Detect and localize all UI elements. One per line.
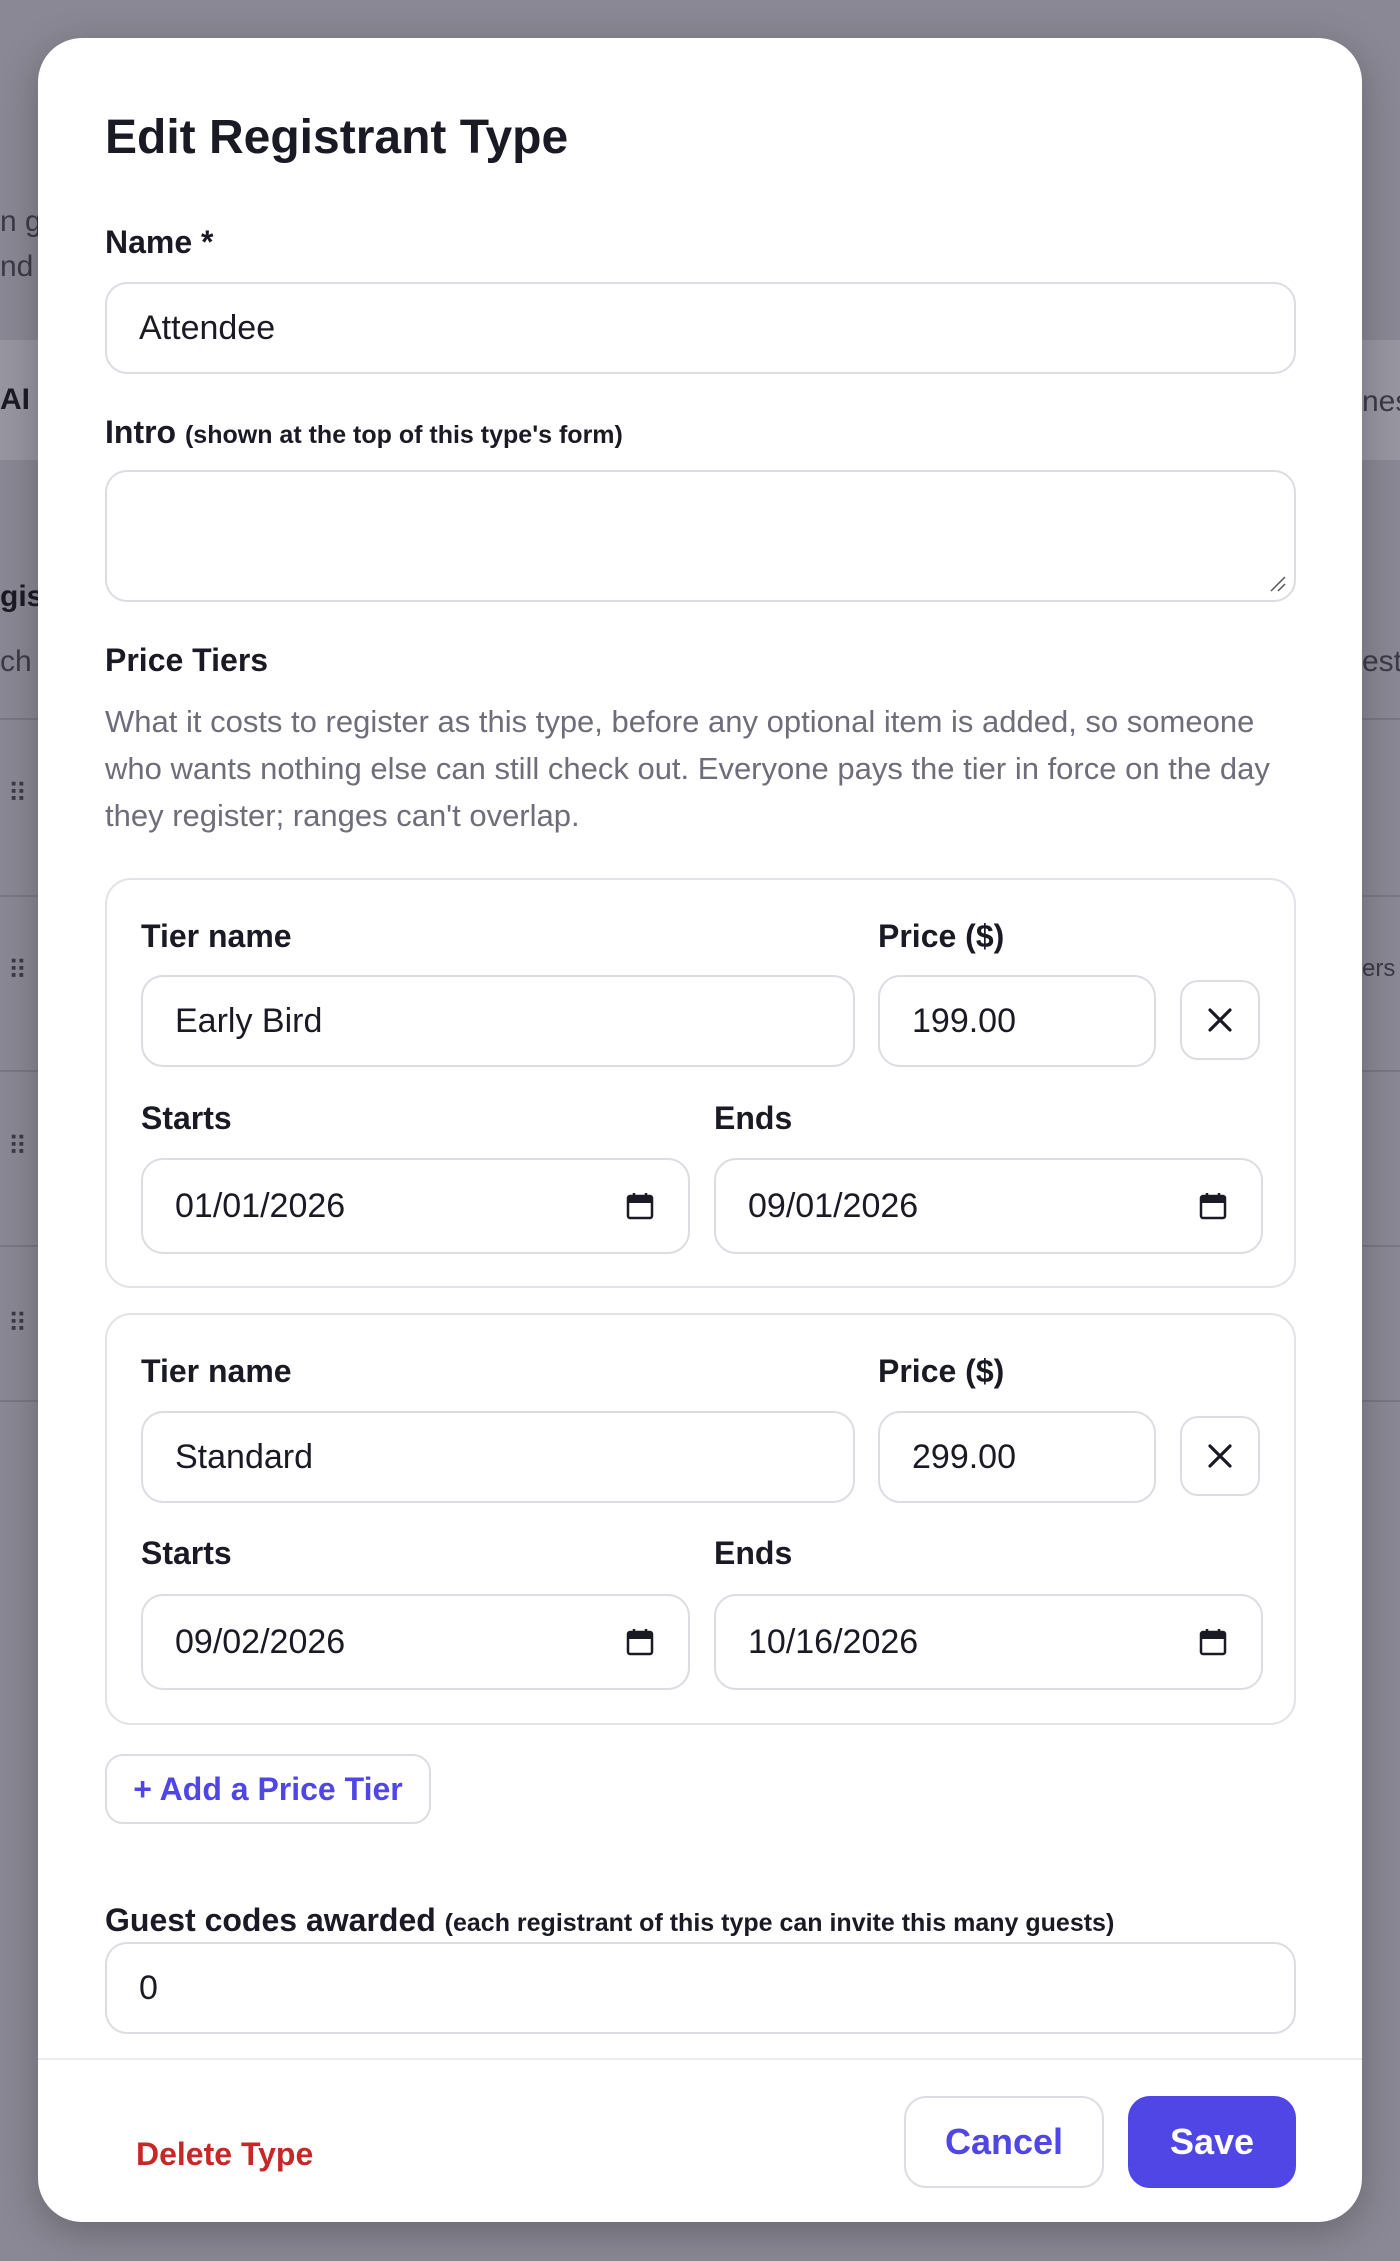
remove-tier-button[interactable] (1180, 980, 1260, 1060)
calendar-icon[interactable] (1199, 1192, 1227, 1220)
save-button[interactable]: Save (1128, 2096, 1296, 2188)
guest-codes-label: Guest codes awarded (each registrant of … (105, 1902, 1114, 1939)
guest-codes-input[interactable]: 0 (105, 1942, 1296, 2034)
close-icon (1208, 1444, 1232, 1468)
tier-name-label: Tier name (141, 1353, 292, 1389)
background-text: est (1362, 645, 1400, 678)
drag-handle-icon: ⠿ (8, 778, 28, 808)
background-text: n g (0, 205, 38, 238)
calendar-icon[interactable] (626, 1192, 654, 1220)
intro-label-text: Intro (105, 414, 177, 450)
ends-date-value: 09/01/2026 (748, 1186, 919, 1225)
ends-date-input[interactable]: 10/16/2026 (714, 1594, 1263, 1690)
ends-date-value: 10/16/2026 (748, 1622, 919, 1661)
intro-hint: (shown at the top of this type's form) (184, 421, 623, 449)
price-tiers-help: What it costs to register as this type, … (105, 704, 1270, 833)
price-tier-card: Tier name Standard Price ($) 299.00 Star… (105, 1313, 1296, 1725)
close-icon (1208, 1008, 1232, 1032)
price-input[interactable]: 299.00 (878, 1411, 1156, 1503)
cancel-button[interactable]: Cancel (904, 2096, 1104, 2188)
starts-label: Starts (141, 1535, 232, 1571)
delete-type-button[interactable]: Delete Type (136, 2136, 313, 2173)
ends-label: Ends (714, 1100, 793, 1136)
starts-date-input[interactable]: 09/02/2026 (141, 1594, 690, 1690)
price-input[interactable]: 199.00 (878, 975, 1156, 1067)
footer-divider (38, 2058, 1362, 2060)
background-text: ers (1362, 955, 1396, 982)
drag-handle-icon: ⠿ (8, 1131, 28, 1161)
price-tiers-label: Price Tiers (105, 642, 269, 678)
ends-label: Ends (714, 1535, 793, 1571)
resize-handle-icon[interactable] (1268, 574, 1286, 592)
background-text: ch p (0, 645, 38, 678)
price-label: Price ($) (878, 1353, 1005, 1389)
edit-registrant-type-dialog: Edit Registrant Type Name * Attendee Int… (38, 38, 1362, 2222)
starts-date-value: 09/02/2026 (175, 1622, 346, 1661)
guest-codes-hint: (each registrant of this type can invite… (444, 1909, 1115, 1937)
calendar-icon[interactable] (1199, 1628, 1227, 1656)
drag-handle-icon: ⠿ (8, 955, 28, 985)
tier-name-label: Tier name (141, 918, 292, 954)
background-text: gis (0, 580, 38, 613)
remove-tier-button[interactable] (1180, 1416, 1260, 1496)
name-label: Name * (105, 224, 214, 260)
background-text: nes (1362, 385, 1400, 418)
name-input[interactable]: Attendee (105, 282, 1296, 374)
background-text: nd p (0, 250, 38, 283)
drag-handle-icon: ⠿ (8, 1308, 28, 1338)
add-price-tier-button[interactable]: + Add a Price Tier (105, 1754, 431, 1824)
intro-textarea[interactable] (105, 470, 1296, 602)
price-tier-card: Tier name Early Bird Price ($) 199.00 St… (105, 878, 1296, 1288)
intro-label: Intro (shown at the top of this type's f… (105, 414, 623, 451)
starts-date-input[interactable]: 01/01/2026 (141, 1158, 690, 1254)
starts-label: Starts (141, 1100, 232, 1136)
ends-date-input[interactable]: 09/01/2026 (714, 1158, 1263, 1254)
price-label: Price ($) (878, 918, 1005, 954)
background-text: AI (0, 383, 30, 416)
calendar-icon[interactable] (626, 1628, 654, 1656)
starts-date-value: 01/01/2026 (175, 1186, 346, 1225)
dialog-title: Edit Registrant Type (105, 111, 569, 164)
tier-name-input[interactable]: Standard (141, 1411, 855, 1503)
tier-name-input[interactable]: Early Bird (141, 975, 855, 1067)
guest-codes-label-text: Guest codes awarded (105, 1902, 436, 1938)
